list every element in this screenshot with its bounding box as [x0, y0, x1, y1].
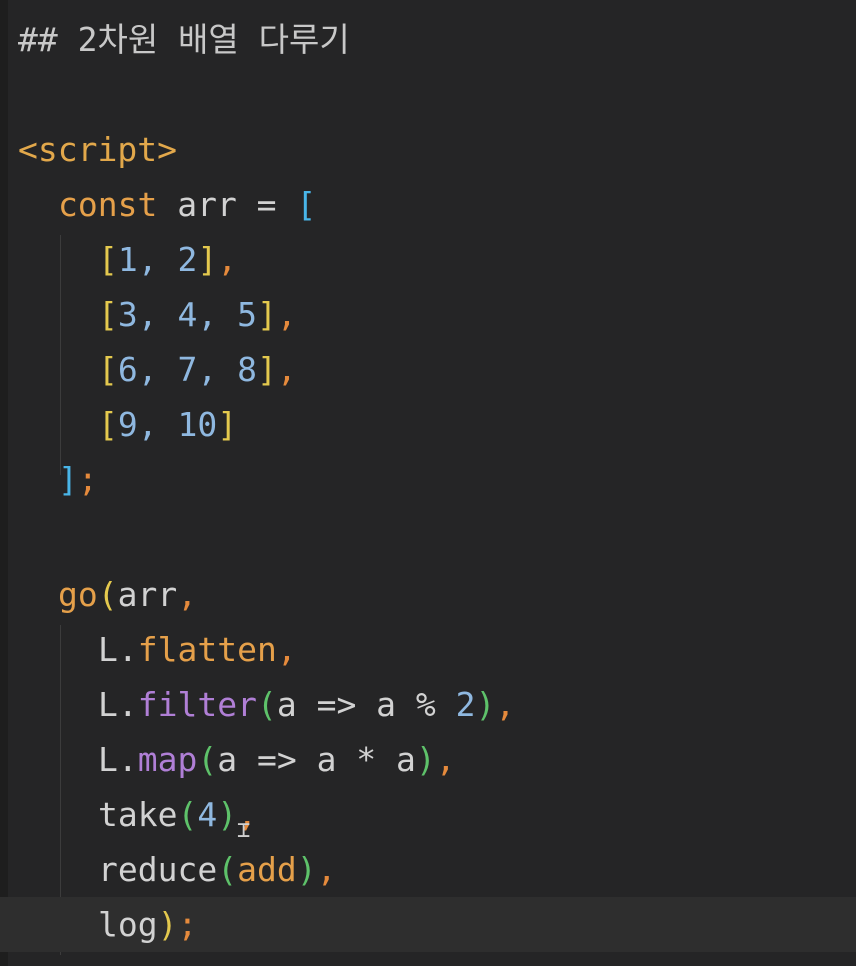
map-close-paren: ) — [415, 740, 436, 779]
reduce-argument: add — [237, 850, 297, 889]
arr-declaration: arr = — [157, 185, 297, 224]
code-line-script-tag[interactable]: <script> — [0, 122, 856, 177]
row-close-bracket: ] — [217, 405, 238, 444]
code-line-const[interactable]: const arr = [ — [0, 177, 856, 232]
row-values: 1, 2 — [117, 240, 198, 279]
map-function: map — [137, 740, 198, 779]
filter-close-paren: ) — [475, 685, 496, 724]
row-open-bracket: [ — [98, 240, 118, 279]
code-line-row1[interactable]: [1, 2], — [0, 232, 856, 287]
row-values: 6, 7, 8 — [117, 350, 257, 389]
take-function: take — [98, 795, 178, 834]
take-call: take(4), — [98, 787, 257, 842]
code-line-log-current[interactable]: log); — [0, 897, 856, 952]
row-close-bracket: ] — [197, 240, 218, 279]
code-line-row2[interactable]: [3, 4, 5], — [0, 287, 856, 342]
code-editor[interactable]: ## 2차원 배열 다루기 <script> const arr = [ [1,… — [0, 0, 856, 966]
code-line-filter[interactable]: L.filter(a => a % 2), — [0, 677, 856, 732]
take-number: 4 — [197, 795, 218, 834]
reduce-comma: , — [316, 850, 337, 889]
code-line-row4[interactable]: [9, 10] — [0, 397, 856, 452]
map-call: L.map(a => a * a), — [98, 732, 456, 787]
open-bracket: [ — [296, 185, 317, 224]
row-comma: , — [276, 350, 297, 389]
code-line-array-close[interactable]: ]; — [0, 452, 856, 507]
code-line-flatten[interactable]: L.flatten, — [0, 622, 856, 677]
take-open-paren: ( — [177, 795, 198, 834]
go-comma: , — [177, 575, 198, 614]
reduce-close-paren: ) — [296, 850, 317, 889]
map-open-paren: ( — [197, 740, 218, 779]
row-open-bracket: [ — [98, 295, 118, 334]
row-values: 3, 4, 5 — [117, 295, 257, 334]
flatten-function: flatten — [137, 630, 277, 669]
flatten-comma: , — [276, 630, 297, 669]
take-close-paren: ) — [217, 795, 238, 834]
array-row: [1, 2], — [98, 232, 237, 287]
filter-number: 2 — [455, 685, 476, 724]
script-open-tag: <script> — [18, 130, 177, 169]
filter-comma: , — [495, 685, 516, 724]
code-line-row3[interactable]: [6, 7, 8], — [0, 342, 856, 397]
code-line-reduce[interactable]: reduce(add), — [0, 842, 856, 897]
row-open-bracket: [ — [98, 350, 118, 389]
reduce-function: reduce — [98, 850, 218, 889]
const-statement: const arr = [ — [58, 177, 316, 232]
go-open-paren: ( — [97, 575, 118, 614]
go-call: go(arr, — [58, 567, 197, 622]
lazy-object: L. — [98, 630, 138, 669]
row-comma: , — [276, 295, 297, 334]
map-comma: , — [435, 740, 456, 779]
lazy-object: L. — [98, 740, 138, 779]
row-open-bracket: [ — [98, 405, 118, 444]
const-keyword: const — [58, 185, 158, 224]
log-call: log); — [98, 897, 197, 952]
code-line-take[interactable]: take(4), — [0, 787, 856, 842]
reduce-open-paren: ( — [217, 850, 238, 889]
row-close-bracket: ] — [256, 295, 277, 334]
go-function: go — [58, 575, 98, 614]
lazy-object: L. — [98, 685, 138, 724]
semicolon: ; — [77, 460, 98, 499]
map-body: a => a * a — [217, 740, 416, 779]
row-values: 9, — [117, 405, 178, 444]
array-close: ]; — [58, 452, 98, 507]
filter-call: L.filter(a => a % 2), — [98, 677, 515, 732]
log-semicolon: ; — [177, 905, 198, 944]
markdown-heading: ## 2차원 배열 다루기 — [18, 20, 350, 59]
code-line-go[interactable]: go(arr, — [0, 567, 856, 622]
row-close-bracket: ] — [256, 350, 277, 389]
log-function: log — [98, 905, 158, 944]
go-argument: arr — [117, 575, 178, 614]
filter-body: a => a % — [276, 685, 456, 724]
code-line-map[interactable]: L.map(a => a * a), — [0, 732, 856, 787]
row-values: 10 — [177, 405, 218, 444]
log-close-paren: ) — [157, 905, 178, 944]
array-row: [9, 10] — [98, 397, 237, 452]
filter-function: filter — [137, 685, 257, 724]
array-row: [6, 7, 8], — [98, 342, 297, 397]
row-comma: , — [217, 240, 238, 279]
code-line-heading[interactable]: ## 2차원 배열 다루기 — [0, 12, 856, 67]
reduce-call: reduce(add), — [98, 842, 336, 897]
filter-open-paren: ( — [256, 685, 277, 724]
text-cursor-icon: ⌶ — [237, 818, 251, 843]
flatten-call: L.flatten, — [98, 622, 297, 677]
array-row: [3, 4, 5], — [98, 287, 297, 342]
close-bracket: ] — [58, 460, 78, 499]
